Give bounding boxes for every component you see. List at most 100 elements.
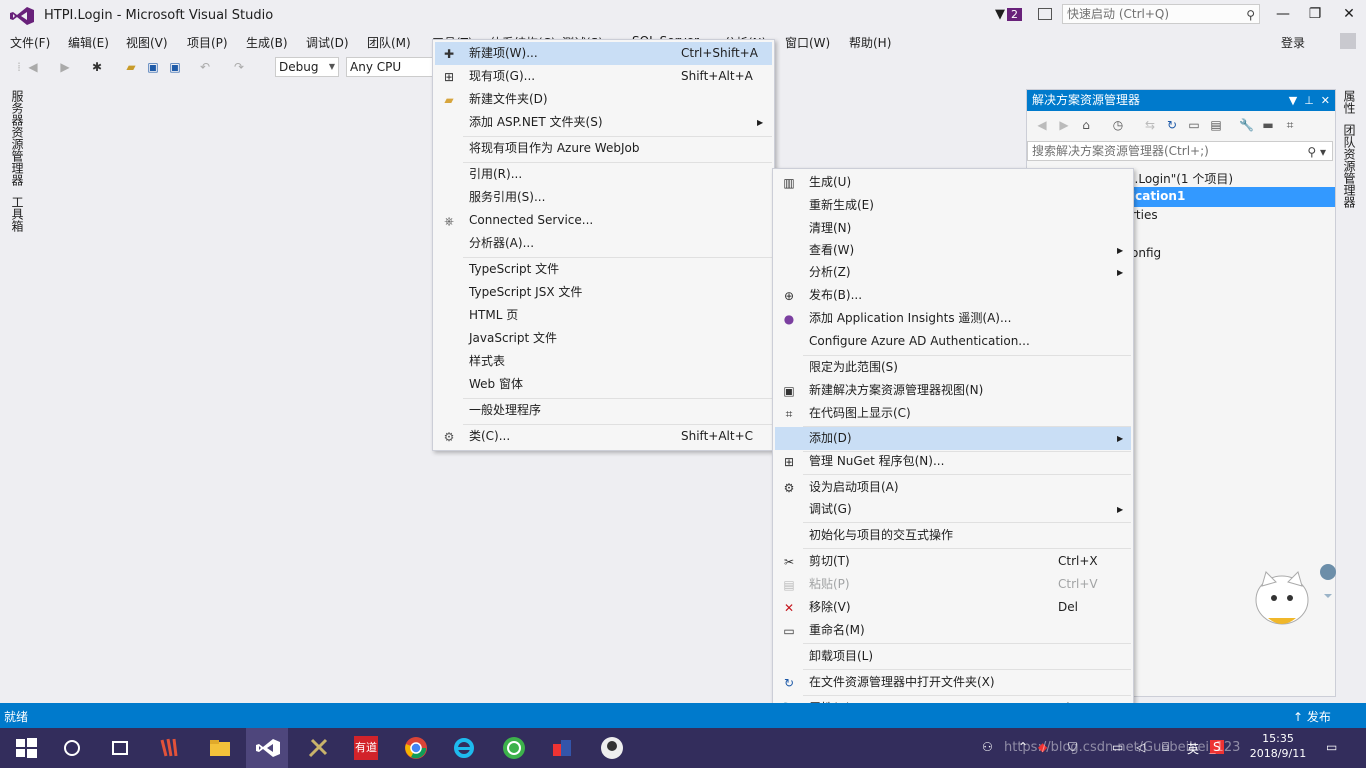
menu-build[interactable]: 生成(B) xyxy=(246,34,288,51)
server-explorer-tab[interactable]: 服务器资源管理器 xyxy=(9,90,26,186)
windows-start-icon[interactable] xyxy=(14,736,38,760)
menu-team[interactable]: 团队(M) xyxy=(367,34,411,51)
pin-icon[interactable]: ⊥ xyxy=(1304,94,1314,107)
menu-file[interactable]: 文件(F) xyxy=(10,34,50,51)
menu-item-rename[interactable]: ▭ 重命名(M) xyxy=(775,619,1131,642)
minus-icon[interactable]: ▬ xyxy=(1261,118,1275,132)
menu-item-new-item[interactable]: ✚ 新建项(W)... Ctrl+Shift+A xyxy=(435,42,772,65)
properties-wrench-icon[interactable]: 🔧 xyxy=(1239,118,1254,132)
menu-item-unload-project[interactable]: 卸载项目(L) xyxy=(775,645,1131,668)
menu-item-reference[interactable]: 引用(R)... xyxy=(435,163,772,186)
menu-item-analyze[interactable]: 分析(Z) ▶ xyxy=(775,261,1131,284)
solution-explorer-search-input[interactable]: 搜索解决方案资源管理器(Ctrl+;) ⚲ ▾ xyxy=(1027,141,1333,161)
back-icon[interactable]: ◀ xyxy=(1035,118,1049,132)
internet-explorer-icon[interactable] xyxy=(452,736,476,760)
close-panel-icon[interactable]: ✕ xyxy=(1321,94,1330,107)
collapse-all-icon[interactable]: ▭ xyxy=(1187,118,1201,132)
new-project-icon[interactable]: ✱ xyxy=(90,60,104,74)
menu-item-view[interactable]: 查看(W) ▶ xyxy=(775,239,1131,262)
menu-item-interactive-init[interactable]: 初始化与项目的交互式操作 xyxy=(775,524,1131,547)
youdao-icon[interactable]: 有道 xyxy=(354,736,378,760)
menu-item-cut[interactable]: ✂ 剪切(T) Ctrl+X xyxy=(775,550,1131,573)
menu-item-web-form[interactable]: Web 窗体 xyxy=(435,373,772,396)
refresh-icon[interactable]: ↻ xyxy=(1165,118,1179,132)
people-icon[interactable]: ⚇ xyxy=(982,740,993,754)
menu-item-azure-webjob[interactable]: 将现有项目作为 Azure WebJob xyxy=(435,137,772,160)
show-all-files-icon[interactable]: ▤ xyxy=(1209,118,1223,132)
menu-item-remove[interactable]: ✕ 移除(V) Del xyxy=(775,596,1131,619)
app-colorful-icon[interactable] xyxy=(550,736,574,760)
save-all-icon[interactable]: ▣ xyxy=(168,60,182,74)
menu-item-manage-nuget[interactable]: ⊞ 管理 NuGet 程序包(N)... xyxy=(775,450,1131,473)
tree-item-project[interactable]: ication1 xyxy=(1131,189,1185,203)
quick-launch-input[interactable]: 快速启动 (Ctrl+Q) ⚲ xyxy=(1062,4,1260,24)
redo-icon[interactable]: ↷ xyxy=(232,60,246,74)
sign-in-link[interactable]: 登录 xyxy=(1281,34,1305,51)
menu-item-new-explorer-view[interactable]: ▣ 新建解决方案资源管理器视图(N) xyxy=(775,379,1131,402)
menu-item-paste[interactable]: ▤ 粘贴(P) Ctrl+V xyxy=(775,573,1131,596)
maximize-button[interactable]: ❐ xyxy=(1300,4,1330,24)
menu-item-typescript-jsx-file[interactable]: TypeScript JSX 文件 xyxy=(435,281,772,304)
menu-help[interactable]: 帮助(H) xyxy=(849,34,891,51)
taskbar-clock[interactable]: 15:35 2018/9/11 xyxy=(1248,731,1308,761)
menu-item-new-folder[interactable]: ▰ 新建文件夹(D) xyxy=(435,88,772,111)
solution-platform-select[interactable]: Any CPU xyxy=(346,57,434,77)
menu-item-add[interactable]: 添加(D) ▶ xyxy=(775,427,1131,450)
dropdown-icon[interactable]: ▼ xyxy=(1289,94,1297,107)
task-view-icon[interactable] xyxy=(108,736,132,760)
file-explorer-icon[interactable] xyxy=(208,736,232,760)
menu-edit[interactable]: 编辑(E) xyxy=(68,34,109,51)
sync-icon[interactable]: ⇆ xyxy=(1143,118,1157,132)
home-icon[interactable]: ⌂ xyxy=(1079,118,1093,132)
menu-window[interactable]: 窗口(W) xyxy=(785,34,830,51)
menu-item-add-aspnet-folder[interactable]: 添加 ASP.NET 文件夹(S) ▶ xyxy=(435,111,772,134)
menu-item-show-on-code-map[interactable]: ⌗ 在代码图上显示(C) xyxy=(775,402,1131,425)
save-icon[interactable]: ▣ xyxy=(146,60,160,74)
feedback-icon[interactable] xyxy=(1038,8,1052,20)
menu-item-stylesheet[interactable]: 样式表 xyxy=(435,350,772,373)
user-avatar-icon[interactable] xyxy=(1340,33,1356,49)
menu-item-class[interactable]: ⚙ 类(C)... Shift+Alt+C xyxy=(435,425,772,448)
menu-item-service-reference[interactable]: 服务引用(S)... xyxy=(435,186,772,209)
chrome-icon[interactable] xyxy=(404,736,428,760)
menu-item-existing-item[interactable]: ⊞ 现有项(G)... Shift+Alt+A xyxy=(435,65,772,88)
menu-item-clean[interactable]: 清理(N) xyxy=(775,217,1131,240)
forward-icon[interactable]: ▶ xyxy=(1057,118,1071,132)
menu-item-html-page[interactable]: HTML 页 xyxy=(435,304,772,327)
menu-item-analyzer[interactable]: 分析器(A)... xyxy=(435,232,772,255)
class-view-icon[interactable]: ⌗ xyxy=(1283,118,1297,132)
menu-item-open-in-explorer[interactable]: ↻ 在文件资源管理器中打开文件夹(X) xyxy=(775,671,1131,694)
forward-icon[interactable]: ▶ xyxy=(58,60,72,74)
menu-project[interactable]: 项目(P) xyxy=(187,34,228,51)
tree-item-solution[interactable]: I.Login"(1 个项目) xyxy=(1131,170,1233,187)
minimize-button[interactable]: — xyxy=(1268,4,1298,24)
history-icon[interactable]: ◷ xyxy=(1111,118,1125,132)
tree-item-properties[interactable]: rties xyxy=(1131,208,1158,222)
toolbox-tab[interactable]: 工具箱 xyxy=(9,196,26,232)
menu-debug[interactable]: 调试(D) xyxy=(306,34,349,51)
menu-item-debug[interactable]: 调试(G) ▶ xyxy=(775,498,1131,521)
menu-item-connected-service[interactable]: ⎈ Connected Service... xyxy=(435,209,772,232)
tools-app-icon[interactable] xyxy=(306,736,330,760)
menu-item-scope-to-this[interactable]: 限定为此范围(S) xyxy=(775,356,1131,379)
close-button[interactable]: ✕ xyxy=(1334,4,1364,24)
menu-item-typescript-file[interactable]: TypeScript 文件 xyxy=(435,258,772,281)
publish-button[interactable]: ↑ 发布 xyxy=(1293,708,1331,725)
action-center-icon[interactable]: ▭ xyxy=(1326,740,1337,754)
menu-view[interactable]: 视图(V) xyxy=(126,34,168,51)
menu-item-rebuild[interactable]: 重新生成(E) xyxy=(775,194,1131,217)
undo-icon[interactable]: ↶ xyxy=(198,60,212,74)
menu-item-javascript-file[interactable]: JavaScript 文件 xyxy=(435,327,772,350)
properties-tab[interactable]: 属性 xyxy=(1341,90,1358,114)
browser-360-icon[interactable] xyxy=(502,736,526,760)
cortana-search-icon[interactable] xyxy=(60,736,84,760)
tree-item-web-config[interactable]: onfig xyxy=(1131,246,1161,260)
open-file-icon[interactable]: ▰ xyxy=(124,60,138,74)
notifications-button[interactable]: ▼ 2 xyxy=(995,7,1022,22)
menu-item-set-startup-project[interactable]: ⚙ 设为启动项目(A) xyxy=(775,476,1131,499)
menu-item-build[interactable]: ▥ 生成(U) xyxy=(775,171,1131,194)
menu-item-generic-handler[interactable]: 一般处理程序 xyxy=(435,399,772,422)
avatar-app-icon[interactable] xyxy=(600,736,624,760)
menu-item-publish[interactable]: ⊕ 发布(B)... xyxy=(775,284,1131,307)
menu-item-app-insights[interactable]: ● 添加 Application Insights 遥测(A)... xyxy=(775,307,1131,330)
